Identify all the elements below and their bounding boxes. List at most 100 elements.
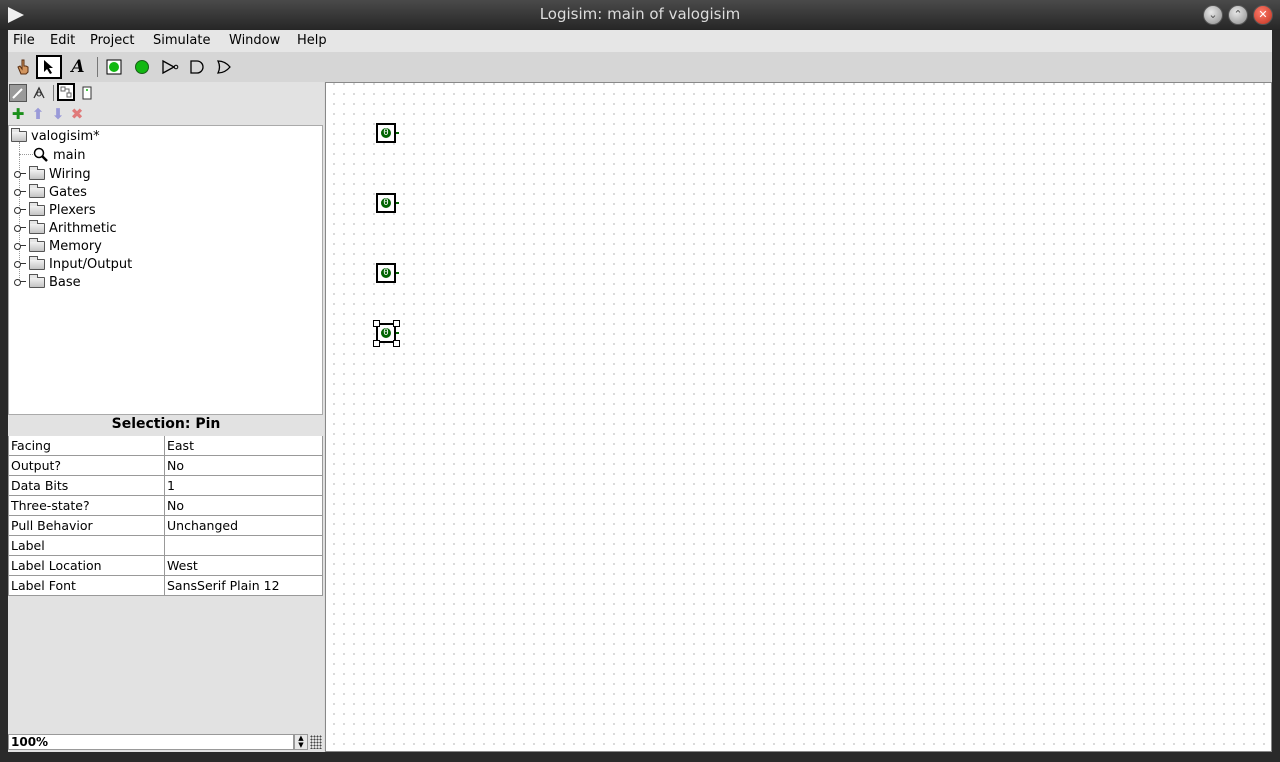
circuit-node-main[interactable]: main	[33, 146, 85, 164]
attribute-key: Output?	[8, 456, 165, 476]
selection-handle[interactable]	[373, 340, 380, 347]
zoom-spinner[interactable]: ▲ ▼	[294, 734, 308, 750]
pin-value: 0	[383, 268, 389, 278]
attribute-key: Data Bits	[8, 476, 165, 496]
poke-tool-icon[interactable]	[10, 55, 36, 79]
attribute-value[interactable]: SansSerif Plain 12	[165, 576, 323, 596]
menu-window[interactable]: Window	[229, 33, 280, 48]
attribute-value[interactable]: Unchanged	[165, 516, 323, 536]
expand-icon[interactable]	[14, 187, 26, 197]
library-gates[interactable]: Gates	[9, 183, 309, 201]
pin-connector	[396, 202, 399, 204]
move-down-icon[interactable]: ⬇	[49, 105, 67, 123]
library-label: Arithmetic	[49, 220, 117, 236]
folder-icon	[29, 255, 45, 270]
minimize-icon[interactable]: ⌄	[1203, 5, 1223, 25]
circuit-canvas[interactable]: 0 0 0 0	[325, 82, 1272, 752]
attribute-key: Label Font	[8, 576, 165, 596]
expand-icon[interactable]	[14, 169, 26, 179]
folder-icon	[29, 183, 45, 198]
library-base[interactable]: Base	[9, 273, 309, 291]
text-tool-icon[interactable]: A	[65, 55, 91, 79]
pin-value: 0	[383, 128, 389, 138]
library-label: Wiring	[49, 166, 91, 182]
menu-bar: File Edit Project Simulate Window Help	[8, 30, 1272, 52]
menu-help[interactable]: Help	[297, 33, 327, 48]
folder-icon	[29, 219, 45, 234]
pin-value: 0	[383, 328, 389, 338]
attribute-key: Label	[8, 536, 165, 556]
or-gate-icon[interactable]	[211, 55, 237, 79]
library-wiring[interactable]: Wiring	[9, 165, 309, 183]
menu-edit[interactable]: Edit	[50, 33, 75, 48]
expand-icon[interactable]	[14, 277, 26, 287]
attribute-value[interactable]	[165, 536, 323, 556]
library-arithmetic[interactable]: Arithmetic	[9, 219, 309, 237]
attribute-row[interactable]: Three-state? No	[8, 496, 323, 516]
library-memory[interactable]: Memory	[9, 237, 309, 255]
and-gate-icon[interactable]	[184, 55, 210, 79]
title-bar: Logisim: main of valogisim ⌄ ⌃ ✕	[0, 0, 1280, 30]
left-panel: ✚ ⬆ ⬇ ✖ valogisim* main Wiring Gates Ple…	[8, 82, 324, 752]
library-label: Base	[49, 274, 81, 290]
attribute-value[interactable]: East	[165, 436, 323, 456]
attribute-row[interactable]: Facing East	[8, 436, 323, 456]
attribute-key: Pull Behavior	[8, 516, 165, 536]
library-label: Gates	[49, 184, 87, 200]
folder-icon	[29, 201, 45, 216]
attribute-key: Facing	[8, 436, 165, 456]
attribute-row[interactable]: Data Bits 1	[8, 476, 323, 496]
selection-handle[interactable]	[393, 320, 400, 327]
library-label: Memory	[49, 238, 102, 254]
circuit-name: main	[53, 147, 86, 163]
attribute-row[interactable]: Label	[8, 536, 323, 556]
expand-icon[interactable]	[14, 241, 26, 251]
pin-connector	[396, 332, 399, 334]
project-name: valogisim*	[31, 128, 100, 144]
expand-icon[interactable]	[14, 259, 26, 269]
input-pin[interactable]: 0	[376, 263, 399, 283]
menu-simulate[interactable]: Simulate	[153, 33, 210, 48]
library-label: Plexers	[49, 202, 96, 218]
select-tool-icon[interactable]	[36, 55, 62, 79]
main-toolbar: A	[8, 52, 1272, 82]
folder-icon	[29, 273, 45, 288]
input-pin[interactable]: 0	[376, 193, 399, 213]
selection-handle[interactable]	[393, 340, 400, 347]
remove-circuit-icon[interactable]: ✖	[68, 105, 86, 123]
attribute-row[interactable]: Pull Behavior Unchanged	[8, 516, 323, 536]
zoom-field[interactable]: 100%	[8, 734, 294, 750]
maximize-icon[interactable]: ⌃	[1228, 5, 1248, 25]
attribute-row[interactable]: Label Location West	[8, 556, 323, 576]
grid-toggle-icon[interactable]	[310, 735, 322, 749]
show-simulation-tree-icon[interactable]	[30, 84, 48, 102]
folder-icon	[29, 165, 45, 180]
menu-project[interactable]: Project	[90, 33, 134, 48]
edit-appearance-icon[interactable]	[78, 84, 96, 102]
output-pin-icon[interactable]	[129, 55, 155, 79]
input-pin-icon[interactable]	[101, 55, 127, 79]
add-circuit-icon[interactable]: ✚	[9, 105, 27, 123]
selection-handle[interactable]	[373, 320, 380, 327]
attribute-value[interactable]: 1	[165, 476, 323, 496]
expand-icon[interactable]	[14, 205, 26, 215]
edit-layout-icon[interactable]	[57, 83, 75, 101]
expand-icon[interactable]	[14, 223, 26, 233]
attribute-row[interactable]: Label Font SansSerif Plain 12	[8, 576, 323, 596]
attribute-value[interactable]: No	[165, 456, 323, 476]
input-pin[interactable]: 0	[376, 123, 399, 143]
library-input-output[interactable]: Input/Output	[9, 255, 309, 273]
tree-guide	[19, 154, 33, 155]
library-plexers[interactable]: Plexers	[9, 201, 309, 219]
not-gate-icon[interactable]	[157, 55, 183, 79]
magnifier-icon	[33, 147, 48, 162]
attribute-value[interactable]: No	[165, 496, 323, 516]
attribute-row[interactable]: Output? No	[8, 456, 323, 476]
project-node[interactable]: valogisim*	[11, 127, 100, 145]
show-project-toolbox-icon[interactable]	[9, 84, 27, 102]
attribute-value[interactable]: West	[165, 556, 323, 576]
move-up-icon[interactable]: ⬆	[29, 105, 47, 123]
close-icon[interactable]: ✕	[1253, 5, 1273, 25]
attribute-key: Label Location	[8, 556, 165, 576]
menu-file[interactable]: File	[13, 33, 35, 48]
